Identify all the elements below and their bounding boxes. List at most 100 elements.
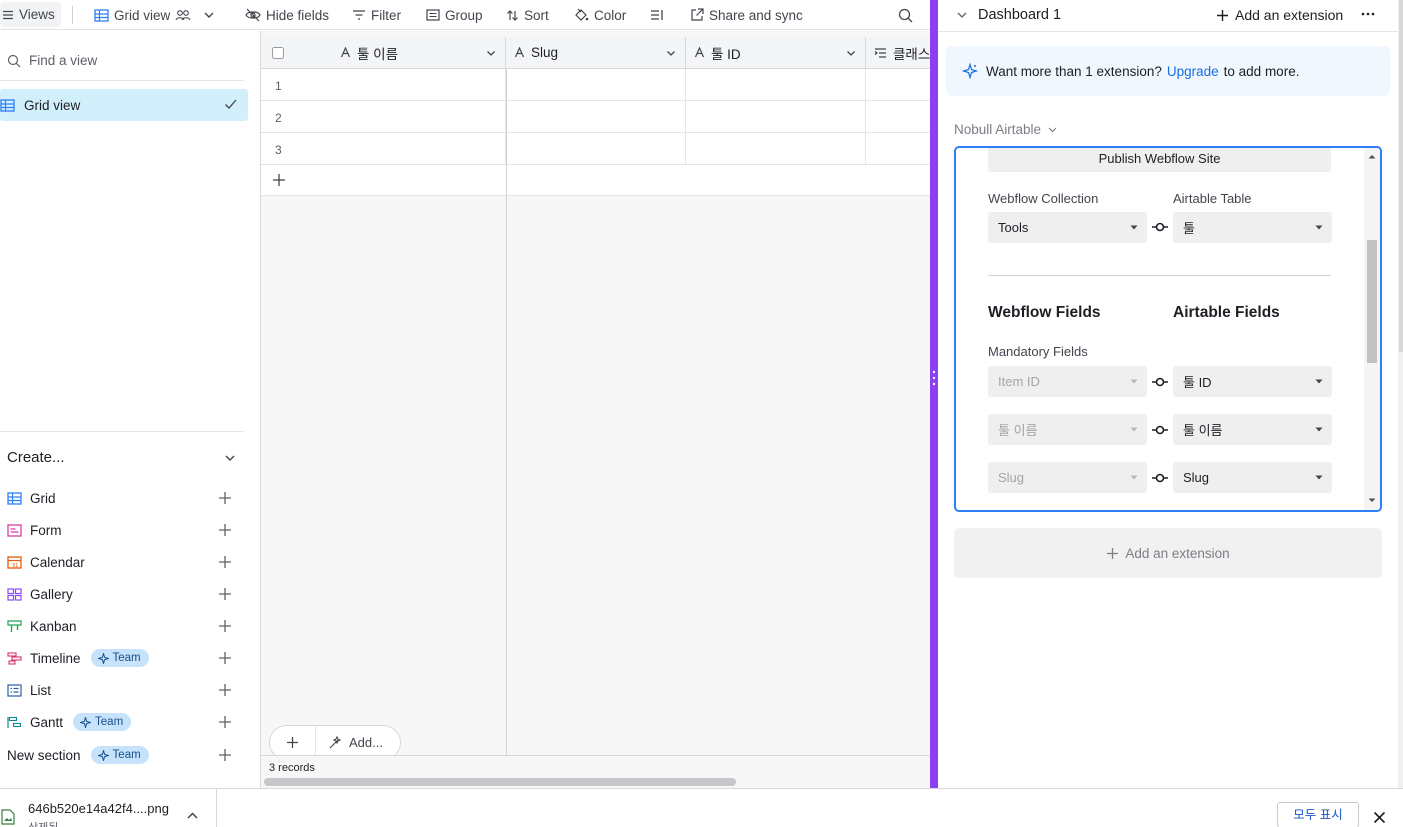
plus-icon[interactable]: [218, 491, 232, 505]
column-header-tool-id[interactable]: 툴 ID: [686, 37, 866, 68]
extension-scrollbar-thumb[interactable]: [1367, 240, 1377, 363]
more-options-icon[interactable]: [1360, 6, 1376, 22]
table-cell[interactable]: [686, 133, 866, 164]
page-scrollbar-thumb[interactable]: [1399, 0, 1403, 352]
table-cell[interactable]: [261, 133, 506, 164]
create-new-section-item[interactable]: New section Team: [7, 743, 232, 767]
find-view-input[interactable]: Find a view: [7, 53, 97, 68]
add-record-row[interactable]: [261, 165, 930, 196]
close-icon[interactable]: [1373, 811, 1386, 824]
add-extension-bottom-button[interactable]: Add an extension: [954, 528, 1382, 578]
download-file-name[interactable]: 646b520e14a42f4....png: [28, 801, 169, 816]
filter-button[interactable]: Filter: [352, 5, 401, 25]
group-button[interactable]: Group: [426, 5, 483, 25]
plus-icon[interactable]: [218, 748, 232, 762]
upgrade-banner: Want more than 1 extension? Upgrade to a…: [946, 46, 1390, 96]
row-height-button[interactable]: [650, 5, 664, 25]
sort-button[interactable]: Sort: [506, 5, 549, 25]
sparkle-icon: [97, 652, 109, 664]
base-selector[interactable]: Nobull Airtable: [954, 122, 1058, 137]
create-gallery-item[interactable]: Gallery: [7, 582, 232, 606]
select-value: 툴 이름: [1183, 423, 1223, 438]
table-cell[interactable]: [506, 101, 686, 132]
airtable-fields-heading: Airtable Fields: [1173, 304, 1280, 321]
webflow-field-select: Item ID: [988, 366, 1147, 397]
paint-bucket-icon: [575, 8, 589, 21]
create-item-label: Calendar: [30, 554, 85, 570]
plus-icon[interactable]: [218, 715, 232, 729]
views-sidebar: Find a view Grid view Create... Grid For…: [0, 31, 261, 788]
table-cell[interactable]: [261, 101, 506, 132]
create-timeline-item[interactable]: Timeline Team: [7, 646, 232, 670]
table-row[interactable]: 3: [261, 133, 930, 165]
table-cell[interactable]: [686, 69, 866, 100]
upgrade-link[interactable]: Upgrade: [1167, 64, 1219, 79]
plus-icon[interactable]: [218, 683, 232, 697]
airtable-field-select[interactable]: Slug: [1173, 462, 1332, 493]
table-cell[interactable]: [506, 133, 686, 164]
column-header-class[interactable]: 클래스: [866, 37, 930, 68]
chevron-down-icon[interactable]: [845, 47, 857, 59]
plus-icon[interactable]: [218, 587, 232, 601]
table-cell[interactable]: [686, 101, 866, 132]
view-switcher-button[interactable]: Grid view: [94, 5, 216, 25]
horizontal-scrollbar[interactable]: [264, 778, 736, 786]
chevron-down-icon[interactable]: [485, 47, 497, 59]
add-label: Add...: [349, 735, 383, 750]
column-header-slug[interactable]: Slug: [506, 37, 686, 68]
table-cell[interactable]: [506, 69, 686, 100]
chevron-up-icon[interactable]: [186, 811, 199, 820]
add-with-ai-button[interactable]: Add...: [316, 735, 383, 750]
hide-fields-button[interactable]: Hide fields: [245, 5, 329, 25]
scroll-up-icon[interactable]: [1364, 151, 1380, 161]
column-name: Slug: [531, 45, 559, 60]
create-form-item[interactable]: Form: [7, 518, 232, 542]
add-extension-button[interactable]: Add an extension: [1216, 7, 1343, 23]
airtable-field-select[interactable]: 툴 ID: [1173, 366, 1332, 397]
checkbox-icon[interactable]: [272, 46, 284, 59]
panel-resize-handle[interactable]: [930, 0, 938, 788]
frozen-column-divider: [506, 69, 507, 788]
grid-icon: [94, 8, 109, 22]
webflow-collection-label: Webflow Collection: [988, 191, 1099, 206]
column-header-tool-name[interactable]: 툴 이름: [261, 37, 506, 68]
plus-icon[interactable]: [272, 173, 286, 187]
plus-icon: [1217, 9, 1228, 21]
search-button[interactable]: [898, 5, 913, 25]
create-list-item[interactable]: List: [7, 678, 232, 702]
plus-icon[interactable]: [218, 555, 232, 569]
dropdown-caret-icon: [1130, 475, 1138, 480]
download-divider: [216, 789, 217, 827]
share-sync-button[interactable]: Share and sync: [690, 5, 803, 25]
create-grid-item[interactable]: Grid: [7, 486, 232, 510]
color-label: Color: [594, 7, 627, 23]
plus-icon[interactable]: [218, 651, 232, 665]
table-row[interactable]: 1: [261, 69, 930, 101]
magic-wand-icon: [329, 735, 342, 749]
publish-webflow-button[interactable]: Publish Webflow Site: [988, 148, 1331, 172]
form-icon: [7, 523, 22, 537]
dropdown-caret-icon: [1315, 225, 1323, 230]
airtable-field-select[interactable]: 툴 이름: [1173, 414, 1332, 445]
sort-label: Sort: [524, 7, 549, 23]
plus-icon[interactable]: [218, 619, 232, 633]
sidebar-item-grid-view[interactable]: Grid view: [0, 89, 248, 121]
create-section-toggle[interactable]: Create...: [7, 449, 237, 466]
views-toggle-button[interactable]: Views: [0, 2, 61, 27]
plus-icon[interactable]: [218, 523, 232, 537]
create-kanban-item[interactable]: Kanban: [7, 614, 232, 638]
select-value: Tools: [998, 220, 1029, 235]
team-badge-label: Team: [112, 749, 141, 761]
create-calendar-item[interactable]: 31 Calendar: [7, 550, 232, 574]
create-gantt-item[interactable]: Gantt Team: [7, 710, 232, 734]
chevron-down-icon[interactable]: [665, 47, 677, 59]
link-connector-icon: [1152, 377, 1168, 387]
show-all-downloads-button[interactable]: 모두 표시: [1277, 802, 1359, 827]
scroll-down-icon[interactable]: [1364, 496, 1380, 506]
dashboard-switcher[interactable]: Dashboard 1: [956, 7, 1061, 23]
table-row[interactable]: 2: [261, 101, 930, 133]
table-cell[interactable]: [261, 69, 506, 100]
airtable-table-select[interactable]: 툴: [1173, 212, 1332, 243]
color-button[interactable]: Color: [574, 5, 626, 25]
webflow-collection-select[interactable]: Tools: [988, 212, 1147, 243]
